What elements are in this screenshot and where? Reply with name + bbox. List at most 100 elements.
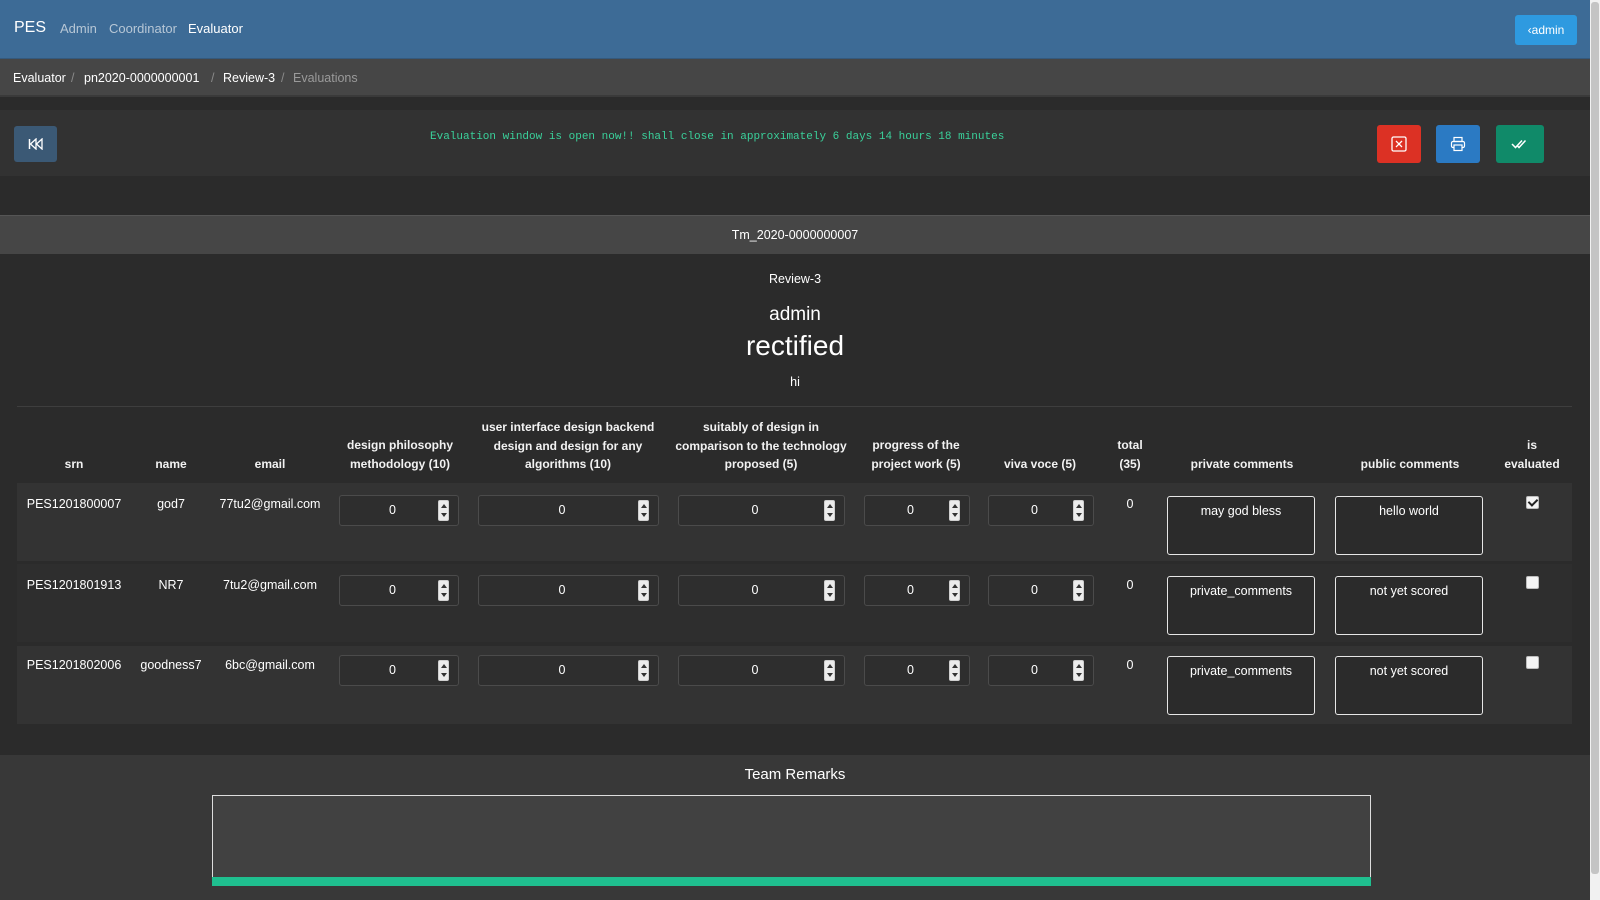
header-line: algorithms (10)	[524, 457, 611, 471]
cell-total: 0	[1126, 497, 1134, 511]
top-navbar: PES Admin Coordinator Evaluator ‹admin	[0, 0, 1590, 59]
public-comments-field[interactable]: not yet scored	[1335, 576, 1483, 635]
is-evaluated-checkbox[interactable]	[1526, 656, 1539, 669]
team-remarks-title: Team Remarks	[744, 766, 846, 783]
spinner-arrows-icon[interactable]	[638, 500, 649, 521]
header-line: proposed (5)	[724, 457, 798, 471]
spinner-arrows-icon[interactable]	[949, 500, 960, 521]
cell-srn: PES1201801913	[26, 578, 122, 592]
team-header: Tm_2020-0000000007	[0, 215, 1590, 254]
score-value: 0	[558, 503, 566, 517]
score-value: 0	[1031, 663, 1038, 677]
score-input-ui-design[interactable]: 0	[478, 575, 659, 606]
cell-srn: PES1201800007	[26, 497, 122, 511]
private-comments-field[interactable]: private_comments	[1167, 576, 1315, 635]
spinner-arrows-icon[interactable]	[638, 580, 649, 601]
action-toolbar: Evaluation window is open now!! shall cl…	[0, 110, 1590, 176]
cell-email: 77tu2@gmail.com	[219, 497, 321, 511]
user-menu-button[interactable]: ‹admin	[1515, 15, 1577, 45]
section-divider	[17, 406, 1572, 407]
score-input-suitability[interactable]: 0	[678, 655, 845, 686]
header-line: evaluated	[1504, 456, 1560, 471]
cell-name: god7	[157, 497, 185, 511]
score-input-design-philosophy[interactable]: 0	[339, 655, 459, 686]
cancel-button[interactable]	[1377, 125, 1421, 163]
score-value: 0	[751, 503, 759, 517]
header-line: suitably of design in	[702, 420, 819, 434]
score-value: 0	[389, 583, 396, 597]
score-input-progress[interactable]: 0	[864, 495, 970, 526]
breadcrumb-evaluator[interactable]: Evaluator	[13, 71, 66, 85]
score-input-viva-voce[interactable]: 0	[988, 495, 1094, 526]
cell-srn: PES1201802006	[26, 658, 122, 672]
spinner-arrows-icon[interactable]	[824, 500, 835, 521]
spinner-arrows-icon[interactable]	[1073, 500, 1084, 521]
score-input-ui-design[interactable]: 0	[478, 495, 659, 526]
score-input-viva-voce[interactable]: 0	[988, 575, 1094, 606]
score-input-viva-voce[interactable]: 0	[988, 655, 1094, 686]
spinner-arrows-icon[interactable]	[949, 660, 960, 681]
spinner-arrows-icon[interactable]	[824, 660, 835, 681]
header-line: user interface design backend	[481, 420, 655, 434]
team-id: Tm_2020-0000000007	[731, 228, 859, 242]
breadcrumb-separator: /	[211, 71, 215, 85]
cell-total: 0	[1126, 658, 1134, 672]
scrollbar-thumb[interactable]	[1591, 2, 1599, 874]
cell-name: NR7	[158, 578, 184, 592]
spinner-arrows-icon[interactable]	[638, 660, 649, 681]
header-line: is	[1526, 438, 1537, 452]
spinner-arrows-icon[interactable]	[1073, 580, 1084, 601]
spinner-arrows-icon[interactable]	[438, 660, 449, 681]
back-button[interactable]	[14, 126, 57, 162]
brand-logo[interactable]: PES	[14, 19, 46, 37]
score-input-progress[interactable]: 0	[864, 575, 970, 606]
private-comments-field[interactable]: private_comments	[1167, 656, 1315, 715]
score-input-design-philosophy[interactable]: 0	[339, 495, 459, 526]
score-value: 0	[907, 583, 914, 597]
header-suitability: suitably of design in comparison to the …	[668, 418, 854, 474]
breadcrumb-review[interactable]: Review-3	[223, 71, 275, 85]
score-input-suitability[interactable]: 0	[678, 495, 845, 526]
evaluator-name: admin	[769, 304, 821, 325]
cell-name: goodness7	[140, 658, 202, 672]
print-button[interactable]	[1436, 125, 1480, 163]
header-email: email	[254, 457, 286, 471]
header-design-philosophy: design philosophy methodology (10)	[330, 436, 470, 473]
score-input-progress[interactable]: 0	[864, 655, 970, 686]
header-line: (35)	[1119, 456, 1141, 471]
spinner-arrows-icon[interactable]	[949, 580, 960, 601]
evaluation-status: rectified	[745, 330, 845, 361]
score-value: 0	[558, 583, 566, 597]
header-line: comparison to the technology	[675, 438, 847, 453]
spinner-arrows-icon[interactable]	[1073, 660, 1084, 681]
score-input-design-philosophy[interactable]: 0	[339, 575, 459, 606]
public-comments-field[interactable]: hello world	[1335, 496, 1483, 555]
team-remarks-textarea[interactable]	[212, 795, 1371, 878]
header-ui-design: user interface design backend design and…	[475, 418, 661, 474]
cell-email: 6bc@gmail.com	[225, 658, 315, 672]
team-remarks-section: Team Remarks	[0, 755, 1590, 900]
header-progress: progress of the project work (5)	[858, 436, 974, 473]
nav-link-coordinator[interactable]: Coordinator	[109, 21, 177, 36]
spinner-arrows-icon[interactable]	[438, 500, 449, 521]
nav-link-evaluator[interactable]: Evaluator	[188, 21, 243, 36]
is-evaluated-checkbox[interactable]	[1526, 576, 1539, 589]
spinner-arrows-icon[interactable]	[438, 580, 449, 601]
cell-email: 7tu2@gmail.com	[223, 578, 317, 592]
score-value: 0	[1031, 583, 1038, 597]
nav-link-admin[interactable]: Admin	[60, 21, 97, 36]
header-line: progress of the	[872, 438, 960, 452]
score-input-ui-design[interactable]: 0	[478, 655, 659, 686]
public-comments-field[interactable]: not yet scored	[1335, 656, 1483, 715]
score-input-suitability[interactable]: 0	[678, 575, 845, 606]
spinner-arrows-icon[interactable]	[824, 580, 835, 601]
private-comments-field[interactable]: may god bless	[1167, 496, 1315, 555]
is-evaluated-checkbox[interactable]	[1526, 496, 1539, 509]
score-value: 0	[389, 503, 396, 517]
breadcrumb: Evaluator / pn2020-0000000001 / Review-3…	[0, 59, 1590, 97]
score-value: 0	[1031, 503, 1038, 517]
breadcrumb-project[interactable]: pn2020-0000000001	[84, 71, 199, 85]
submit-button[interactable]	[1496, 125, 1544, 163]
double-check-icon	[1511, 139, 1527, 149]
team-remarks-focus-bar	[212, 877, 1371, 886]
